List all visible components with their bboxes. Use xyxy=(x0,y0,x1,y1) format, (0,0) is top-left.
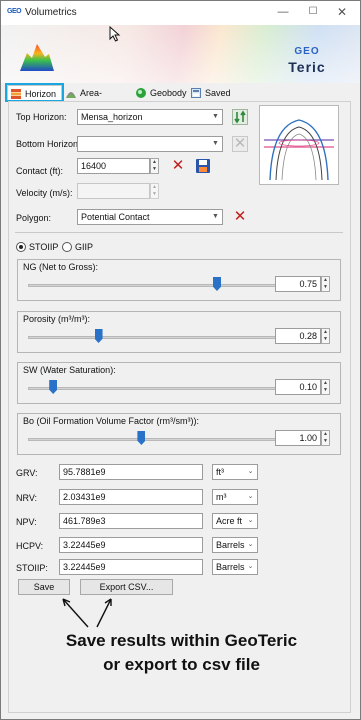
close-icon: ✕ xyxy=(171,157,185,174)
chevron-down-icon: ⌄ xyxy=(247,468,254,475)
bo-slider-thumb[interactable] xyxy=(137,431,146,445)
nrv-unit-select[interactable]: m³ ⌄ xyxy=(212,489,258,505)
top-horizon-select[interactable]: Mensa_horizon ▼ xyxy=(77,109,223,125)
tab-area-volume[interactable]: Area-Volume xyxy=(63,85,131,114)
grv-value: 95.7881e9 xyxy=(59,464,203,480)
clear-contact-button[interactable]: ✕ xyxy=(170,158,186,174)
dome-diagram-icon xyxy=(264,119,334,181)
horizon-contact-preview xyxy=(259,105,339,185)
velocity-label: Velocity (m/s): xyxy=(16,188,73,198)
chevron-down-icon: ⌄ xyxy=(247,517,254,524)
giip-radio[interactable]: GIIP xyxy=(62,241,93,253)
contact-input[interactable]: 16400 xyxy=(77,158,150,174)
brand-geo-text: GEO xyxy=(294,46,320,57)
close-icon: ✕ xyxy=(233,135,247,152)
bottom-horizon-label: Bottom Horizon: xyxy=(16,139,81,149)
bo-group: Bo (Oil Formation Volume Factor (rm³/sm³… xyxy=(17,413,341,455)
polygon-label: Polygon: xyxy=(16,213,52,223)
npv-value: 461.789e3 xyxy=(59,513,203,529)
annotation-arrows-icon xyxy=(62,598,112,628)
nrv-label: NRV: xyxy=(16,493,38,503)
npv-label: NPV: xyxy=(16,517,37,527)
contact-stepper[interactable]: ▲ ▼ xyxy=(150,158,159,174)
bottom-horizon-select[interactable]: ▼ xyxy=(77,136,223,152)
annotation-text: Save results within GeoTeric or export t… xyxy=(1,629,360,677)
grv-label: GRV: xyxy=(16,468,38,478)
nrv-value: 2.03431e9 xyxy=(59,489,203,505)
tab-highlight-box xyxy=(5,83,64,102)
minimize-button[interactable]: — xyxy=(275,4,291,20)
polygon-select[interactable]: Potential Contact ▼ xyxy=(77,209,223,225)
volumetrics-logo-icon xyxy=(20,44,54,71)
maximize-button[interactable]: ☐ xyxy=(305,4,321,20)
radio-selected-icon xyxy=(16,242,26,252)
porosity-slider-thumb[interactable] xyxy=(94,329,103,343)
title-bar: GEO Volumetrics — ☐ ✕ xyxy=(1,1,360,25)
sw-slider-thumb[interactable] xyxy=(49,380,58,394)
contact-label: Contact (ft): xyxy=(16,166,64,176)
porosity-slider-track[interactable] xyxy=(28,336,280,339)
velocity-stepper[interactable]: ▲ ▼ xyxy=(150,183,159,199)
ng-slider-track[interactable] xyxy=(28,284,280,287)
radio-unselected-icon xyxy=(62,242,72,252)
sw-title: SW (Water Saturation): xyxy=(23,365,116,375)
mouse-cursor-icon xyxy=(109,26,121,42)
chevron-down-icon: ▼ xyxy=(212,213,219,220)
hcpv-value: 3.22445e9 xyxy=(59,537,203,553)
sw-stepper[interactable]: ▲ ▼ xyxy=(321,379,330,395)
geoteric-logo: GEO Teric xyxy=(277,46,337,80)
sw-value-input[interactable]: 0.10 xyxy=(275,379,321,395)
bo-slider-track[interactable] xyxy=(28,438,280,441)
save-contact-icon[interactable] xyxy=(195,158,211,174)
tab-saved-results[interactable]: Saved results xyxy=(188,85,258,114)
chevron-down-icon: ▼ xyxy=(212,113,219,120)
chevron-down-icon: ⌄ xyxy=(247,493,254,500)
swap-horizons-icon[interactable] xyxy=(232,109,248,125)
porosity-group: Porosity (m³/m³): 0.28 ▲ ▼ xyxy=(17,311,341,353)
chevron-down-icon: ⌄ xyxy=(247,541,254,548)
ng-group: NG (Net to Gross): 0.75 ▲ ▼ xyxy=(17,259,341,301)
porosity-value-input[interactable]: 0.28 xyxy=(275,328,321,344)
window-title: Volumetrics xyxy=(25,7,77,18)
ng-value-input[interactable]: 0.75 xyxy=(275,276,321,292)
velocity-input[interactable] xyxy=(77,183,150,199)
divider xyxy=(15,232,343,233)
porosity-title: Porosity (m³/m³): xyxy=(23,314,90,324)
hcpv-label: HCPV: xyxy=(16,541,44,551)
tab-geobody[interactable]: Geobody xyxy=(133,85,187,101)
clear-bottom-horizon-button[interactable]: ✕ xyxy=(232,136,248,152)
ng-title: NG (Net to Gross): xyxy=(23,262,99,272)
annotation-line-1: Save results within GeoTeric xyxy=(65,631,298,650)
stoiip-value: 3.22445e9 xyxy=(59,559,203,575)
geobody-icon xyxy=(136,88,146,98)
clear-polygon-button[interactable]: ✕ xyxy=(232,209,248,225)
close-button[interactable]: ✕ xyxy=(334,4,350,20)
area-volume-icon xyxy=(66,92,76,98)
stoiip-label: STOIIP: xyxy=(16,563,48,573)
bo-value-input[interactable]: 1.00 xyxy=(275,430,321,446)
chevron-down-icon: ⌄ xyxy=(247,563,254,570)
chevron-down-icon: ▼ xyxy=(212,140,219,147)
sw-slider-track[interactable] xyxy=(28,387,280,390)
brand-name-text: Teric xyxy=(288,59,326,75)
annotation-line-2: or export to csv file xyxy=(103,655,260,674)
volumetrics-window: GEO Volumetrics — ☐ ✕ GEO Teric Horizon xyxy=(0,0,361,720)
hcpv-unit-select[interactable]: Barrels ⌄ xyxy=(212,537,258,553)
saved-results-icon xyxy=(191,88,201,98)
close-icon: ✕ xyxy=(233,208,247,225)
stoiip-unit-select[interactable]: Barrels ⌄ xyxy=(212,559,258,575)
top-horizon-label: Top Horizon: xyxy=(16,112,67,122)
app-icon: GEO xyxy=(7,8,22,15)
ng-stepper[interactable]: ▲ ▼ xyxy=(321,276,330,292)
stoiip-radio[interactable]: STOIIP xyxy=(16,241,58,253)
porosity-stepper[interactable]: ▲ ▼ xyxy=(321,328,330,344)
bo-title: Bo (Oil Formation Volume Factor (rm³/sm³… xyxy=(23,416,200,426)
tab-geobody-label: Geobody xyxy=(150,88,187,98)
ng-slider-thumb[interactable] xyxy=(213,277,221,291)
grv-unit-select[interactable]: ft³ ⌄ xyxy=(212,464,258,480)
npv-unit-select[interactable]: Acre ft ⌄ xyxy=(212,513,258,529)
bo-stepper[interactable]: ▲ ▼ xyxy=(321,430,330,446)
sw-group: SW (Water Saturation): 0.10 ▲ ▼ xyxy=(17,362,341,404)
